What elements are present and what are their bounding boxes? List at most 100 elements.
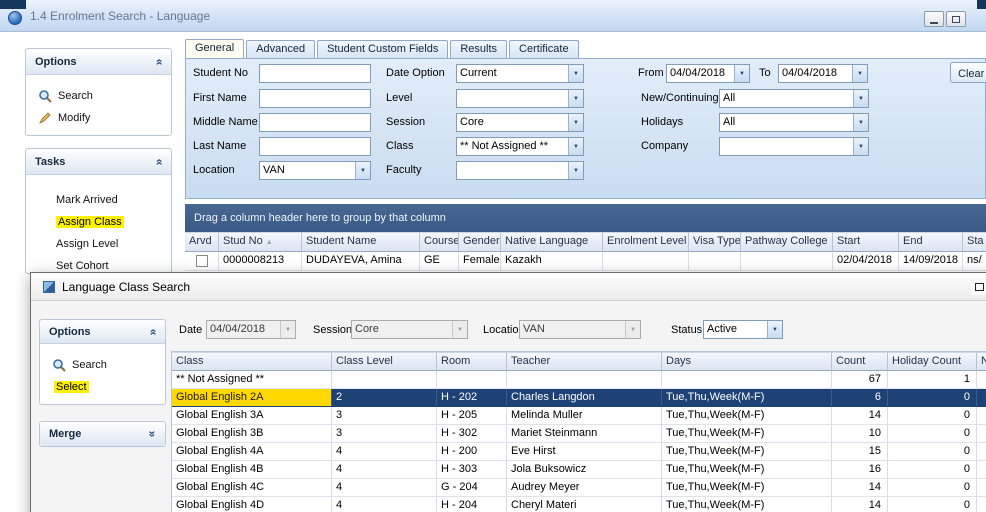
class-row[interactable]: Global English 4A 4 H - 200 Eve Hirst Tu… (172, 443, 986, 461)
session-select[interactable]: Core ▼ (456, 113, 584, 132)
minimize-button[interactable] (924, 11, 944, 27)
cell-count: 67 (832, 371, 888, 388)
column-header-class[interactable]: Class (172, 352, 332, 371)
student-no-input[interactable] (259, 64, 371, 83)
company-value (720, 138, 853, 155)
task-assign-class[interactable]: Assign Class (26, 211, 171, 233)
tasks-panel: Tasks » Mark Arrived Assign Class Assign… (25, 148, 172, 274)
column-header-holiday-count[interactable]: Holiday Count (888, 352, 977, 371)
cell-room: G - 204 (437, 479, 507, 496)
dialog-options-header[interactable]: Options » (40, 320, 165, 344)
dropdown-arrow-icon[interactable]: ▼ (734, 65, 749, 82)
column-header-native-language[interactable]: Native Language (501, 232, 603, 252)
tab-general[interactable]: General (185, 39, 244, 58)
column-header-n[interactable]: N (977, 352, 986, 371)
collapse-chevron-icon[interactable]: » (146, 328, 160, 335)
location-select[interactable]: VAN ▼ (259, 161, 371, 180)
first-name-input[interactable] (259, 89, 371, 108)
expand-chevron-icon[interactable]: » (146, 431, 160, 438)
level-select[interactable]: ▼ (456, 89, 584, 108)
dropdown-arrow-icon[interactable]: ▼ (568, 65, 583, 82)
cell-class-level: 2 (332, 389, 437, 406)
cell-n (977, 389, 986, 406)
column-header-end[interactable]: End (899, 232, 963, 252)
column-header-room[interactable]: Room (437, 352, 507, 371)
column-header-visa-type[interactable]: Visa Type (689, 232, 741, 252)
class-row[interactable]: Global English 4D 4 H - 204 Cheryl Mater… (172, 497, 986, 512)
class-row[interactable]: Global English 4B 4 H - 303 Jola Buksowi… (172, 461, 986, 479)
dialog-search-action[interactable]: Search (40, 354, 165, 376)
group-by-bar[interactable]: Drag a column header here to group by th… (185, 204, 986, 232)
dropdown-arrow-icon[interactable]: ▼ (853, 90, 868, 107)
collapse-chevron-icon[interactable]: » (152, 158, 166, 165)
restore-button[interactable] (946, 11, 966, 27)
class-row-not-assigned[interactable]: ** Not Assigned ** 67 1 (172, 371, 986, 389)
column-header-status[interactable]: Sta (963, 232, 986, 252)
faculty-select[interactable]: ▼ (456, 161, 584, 180)
sort-ascending-icon: ▲ (266, 239, 273, 246)
task-mark-arrived[interactable]: Mark Arrived (26, 189, 171, 211)
company-select[interactable]: ▼ (719, 137, 869, 156)
column-header-pathway-college[interactable]: Pathway College (741, 232, 833, 252)
dropdown-arrow-icon[interactable]: ▼ (568, 138, 583, 155)
arrived-checkbox[interactable] (196, 255, 208, 267)
column-header-gender[interactable]: Gender (459, 232, 501, 252)
dropdown-arrow-icon[interactable]: ▼ (355, 162, 370, 179)
dropdown-arrow-icon[interactable]: ▼ (568, 114, 583, 131)
cell-days: Tue,Thu,Week(M-F) (662, 443, 832, 460)
class-row[interactable]: Global English 3A 3 H - 205 Melinda Mull… (172, 407, 986, 425)
holidays-select[interactable]: All ▼ (719, 113, 869, 132)
cell-class: Global English 3A (172, 407, 332, 424)
from-date-value: 04/04/2018 (667, 65, 734, 82)
cell-n (977, 443, 986, 460)
cell-count: 14 (832, 479, 888, 496)
column-header-course[interactable]: Course (420, 232, 459, 252)
dialog-maximize-button[interactable] (971, 279, 986, 295)
merge-panel-header[interactable]: Merge » (40, 422, 165, 446)
tasks-panel-header[interactable]: Tasks » (26, 149, 171, 175)
tab-certificate[interactable]: Certificate (509, 40, 579, 58)
column-header-days[interactable]: Days (662, 352, 832, 371)
dropdown-arrow-icon[interactable]: ▼ (568, 162, 583, 179)
clear-button[interactable]: Clear (950, 62, 986, 83)
search-action[interactable]: Search (26, 85, 171, 107)
dropdown-arrow-icon[interactable]: ▼ (852, 65, 867, 82)
tab-student-custom-fields[interactable]: Student Custom Fields (317, 40, 448, 58)
column-header-count[interactable]: Count (832, 352, 888, 371)
student-row[interactable]: 0000008213 DUDAYEVA, Amina GE Female Kaz… (185, 252, 986, 271)
class-row[interactable]: Global English 4C 4 G - 204 Audrey Meyer… (172, 479, 986, 497)
last-name-input[interactable] (259, 137, 371, 156)
new-continuing-select[interactable]: All ▼ (719, 89, 869, 108)
dialog-session-label: Session (313, 324, 352, 336)
column-header-stud-no[interactable]: Stud No▲ (219, 232, 302, 252)
dialog-date-label: Date (179, 324, 202, 336)
dropdown-arrow-icon[interactable]: ▼ (568, 90, 583, 107)
middle-name-input[interactable] (259, 113, 371, 132)
column-header-teacher[interactable]: Teacher (507, 352, 662, 371)
column-header-start[interactable]: Start (833, 232, 899, 252)
column-header-enrolment-level[interactable]: Enrolment Level (603, 232, 689, 252)
column-header-class-level[interactable]: Class Level (332, 352, 437, 371)
class-row[interactable]: Global English 3B 3 H - 302 Mariet Stein… (172, 425, 986, 443)
tab-advanced[interactable]: Advanced (246, 40, 315, 58)
date-option-select[interactable]: Current ▼ (456, 64, 584, 83)
column-header-arvd[interactable]: Arvd (185, 232, 219, 252)
cell-teacher: Charles Langdon (507, 389, 662, 406)
modify-action[interactable]: Modify (26, 107, 171, 129)
dialog-status-select[interactable]: Active ▼ (703, 320, 783, 339)
class-select[interactable]: ** Not Assigned ** ▼ (456, 137, 584, 156)
to-date-picker[interactable]: 04/04/2018 ▼ (778, 64, 868, 83)
tab-results[interactable]: Results (450, 40, 507, 58)
dialog-session-value: Core (352, 321, 452, 338)
dialog-select-action[interactable]: Select (40, 376, 165, 398)
dropdown-arrow-icon[interactable]: ▼ (853, 114, 868, 131)
task-assign-level[interactable]: Assign Level (26, 233, 171, 255)
cell-class-level: 4 (332, 497, 437, 512)
column-header-student-name[interactable]: Student Name (302, 232, 420, 252)
collapse-chevron-icon[interactable]: » (152, 58, 166, 65)
from-date-picker[interactable]: 04/04/2018 ▼ (666, 64, 750, 83)
options-panel-header[interactable]: Options » (26, 49, 171, 75)
class-row-selected[interactable]: Global English 2A 2 H - 202 Charles Lang… (172, 389, 986, 407)
dropdown-arrow-icon[interactable]: ▼ (767, 321, 782, 338)
dropdown-arrow-icon[interactable]: ▼ (853, 138, 868, 155)
